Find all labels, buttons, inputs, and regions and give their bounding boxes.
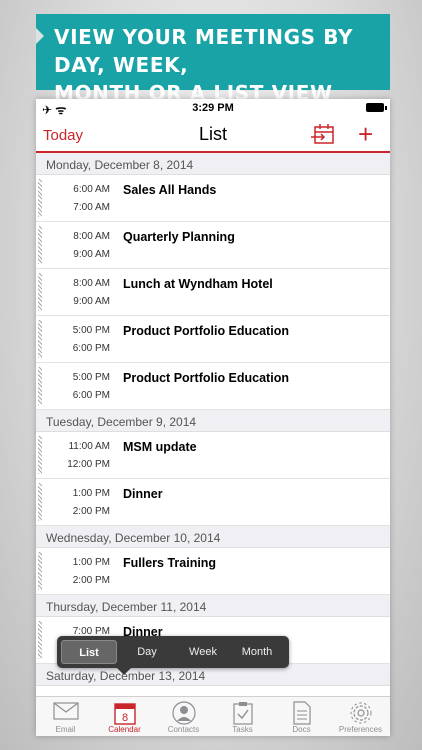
event-start-time: 1:00 PM — [72, 488, 110, 499]
event-end-time: 2:00 PM — [72, 575, 110, 586]
event-list: Monday, December 8, 2014 6:00 AM 7:00 AM Sa… — [36, 153, 390, 686]
event-row[interactable]: 1:00 PM 2:00 PM Dinner — [36, 479, 390, 526]
switcher-pointer — [117, 668, 131, 675]
day-header: Thursday, December 11, 2014 — [36, 595, 390, 617]
promo-banner: VIEW YOUR MEETINGS BY DAY, WEEK, MONTH O… — [36, 14, 390, 105]
nav-bar: Today List + — [36, 117, 390, 153]
tab-label: Contacts — [167, 725, 200, 734]
event-row[interactable]: 8:00 AM 9:00 AM Quarterly Planning — [36, 222, 390, 269]
tab-label: Calendar — [108, 725, 141, 734]
event-end-time: 2:00 PM — [72, 506, 110, 517]
busy-stripe — [38, 436, 42, 474]
event-start-time: 11:00 AM — [68, 441, 110, 452]
busy-stripe — [38, 320, 42, 358]
event-title: Lunch at Wyndham Hotel — [123, 277, 273, 291]
view-option-day[interactable]: Day — [119, 640, 175, 664]
event-title: Fullers Training — [123, 556, 217, 570]
person-icon — [171, 701, 196, 725]
event-end-time: 12:00 PM — [67, 459, 110, 470]
calendar-badge: 8 — [121, 712, 127, 724]
page-title: List — [198, 124, 227, 144]
busy-stripe — [38, 179, 42, 217]
event-row[interactable]: 11:00 AM 12:00 PM MSM update — [36, 432, 390, 479]
day-header: Tuesday, December 9, 2014 — [36, 410, 390, 432]
event-start-time: 5:00 PM — [72, 372, 110, 383]
battery-icon — [366, 103, 387, 112]
tab-contacts[interactable]: Contacts — [154, 697, 213, 736]
busy-stripe — [38, 226, 42, 264]
event-title: Product Portfolio Education — [123, 371, 289, 385]
checklist-icon — [232, 702, 253, 725]
event-title: Sales All Hands — [123, 183, 217, 197]
day-header: Monday, December 8, 2014 — [36, 153, 390, 175]
tab-tasks[interactable]: Tasks — [213, 697, 272, 736]
banner-line-1: VIEW YOUR MEETINGS BY DAY, WEEK, — [54, 25, 354, 77]
event-end-time: 7:00 AM — [73, 202, 110, 213]
add-event-button[interactable]: + — [358, 121, 373, 147]
gear-icon — [350, 702, 371, 724]
event-start-time: 6:00 AM — [73, 184, 110, 195]
event-start-time: 8:00 AM — [73, 231, 110, 242]
view-option-week[interactable]: Week — [175, 640, 231, 664]
status-time: 3:29 PM — [192, 102, 234, 114]
calendar-icon: 8 — [113, 703, 136, 725]
event-start-time: 8:00 AM — [73, 278, 110, 289]
event-row[interactable]: 8:00 AM 9:00 AM Lunch at Wyndham Hotel — [36, 269, 390, 316]
tab-email[interactable]: Email — [36, 697, 95, 736]
banner-notch — [36, 28, 44, 44]
day-header: Wednesday, December 10, 2014 — [36, 526, 390, 548]
tab-bar: Email 8 Calendar Contacts Tasks Docs Pre… — [36, 696, 390, 736]
tab-label: Docs — [292, 725, 311, 734]
event-row[interactable]: 6:00 AM 7:00 AM Sales All Hands — [36, 175, 390, 222]
goto-date-icon[interactable] — [311, 123, 335, 145]
event-end-time: 9:00 AM — [73, 249, 110, 260]
event-end-time: 9:00 AM — [73, 296, 110, 307]
view-option-month[interactable]: Month — [229, 640, 285, 664]
event-end-time: 6:00 PM — [72, 390, 110, 401]
busy-stripe — [38, 273, 42, 311]
event-start-time: 5:00 PM — [72, 325, 110, 336]
event-row[interactable]: 1:00 PM 2:00 PM Fullers Training — [36, 548, 390, 595]
tab-label: Preferences — [338, 725, 383, 734]
event-end-time: 6:00 PM — [72, 343, 110, 354]
document-icon — [292, 701, 311, 725]
event-row[interactable]: 5:00 PM 6:00 PM Product Portfolio Educatio… — [36, 316, 390, 363]
busy-stripe — [38, 483, 42, 521]
event-title: Quarterly Planning — [123, 230, 235, 244]
busy-stripe — [38, 552, 42, 590]
status-bar: ✈ ᯤ 3:29 PM — [36, 99, 390, 117]
event-title: Dinner — [123, 487, 163, 501]
event-row[interactable]: 5:00 PM 6:00 PM Product Portfolio Educatio… — [36, 363, 390, 410]
tab-docs[interactable]: Docs — [272, 697, 331, 736]
event-title: MSM update — [123, 440, 197, 454]
busy-stripe — [38, 367, 42, 405]
tab-preferences[interactable]: Preferences — [331, 697, 390, 736]
event-title: Product Portfolio Education — [123, 324, 289, 338]
tab-label: Tasks — [232, 725, 253, 734]
view-option-list[interactable]: List — [61, 640, 117, 664]
busy-stripe — [38, 621, 42, 659]
view-switcher: List Day Week Month — [57, 636, 289, 675]
event-start-time: 1:00 PM — [72, 557, 110, 568]
tab-calendar[interactable]: 8 Calendar — [95, 697, 154, 736]
tab-label: Email — [55, 725, 76, 734]
envelope-icon — [52, 702, 79, 720]
